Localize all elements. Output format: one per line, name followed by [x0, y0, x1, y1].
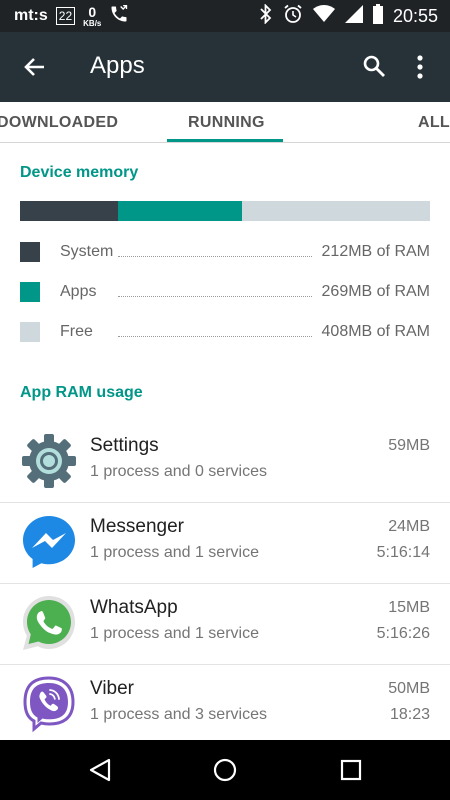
tab-indicator — [167, 139, 283, 142]
tab-running[interactable]: RUNNING — [188, 114, 265, 132]
app-row-messenger[interactable]: Messenger 1 process and 1 service 24MB 5… — [0, 503, 450, 584]
app-memory: 24MB — [388, 518, 430, 535]
app-row-settings[interactable]: Settings 1 process and 0 services 59MB — [0, 422, 450, 503]
tab-all[interactable]: ALL — [418, 114, 450, 132]
app-name: Settings — [90, 435, 159, 456]
legend-swatch-system — [20, 242, 40, 262]
carrier-label: mt:s — [14, 7, 48, 24]
clock: 20:55 — [392, 5, 438, 26]
app-name: WhatsApp — [90, 597, 178, 618]
legend-label-free: Free — [60, 323, 95, 341]
back-arrow-icon[interactable] — [22, 54, 48, 80]
legend-row-system: System 212MB of RAM — [20, 242, 430, 262]
app-run-time: 5:16:14 — [376, 544, 430, 561]
nav-recents-icon[interactable] — [338, 757, 364, 783]
app-process-info: 1 process and 1 service — [90, 544, 259, 561]
messenger-icon — [20, 513, 78, 571]
memory-usage-bar — [20, 201, 430, 221]
nav-home-icon[interactable] — [212, 757, 238, 783]
viber-icon — [20, 675, 78, 733]
app-run-time: 18:23 — [389, 706, 430, 723]
nav-back-icon[interactable] — [87, 757, 113, 783]
legend-label-apps: Apps — [60, 283, 99, 301]
legend-swatch-free — [20, 322, 40, 342]
settings-gear-icon — [20, 432, 78, 490]
app-name: Viber — [90, 678, 135, 699]
memory-bar-system — [20, 201, 118, 221]
search-icon[interactable] — [362, 54, 386, 78]
cell-signal-icon — [344, 4, 363, 28]
legend-value-free: 408MB of RAM — [321, 323, 430, 341]
app-run-time: 5:16:26 — [376, 625, 430, 642]
more-vert-icon[interactable] — [410, 54, 430, 80]
legend-leader-dots — [118, 296, 312, 297]
network-speed-value: 0 — [88, 3, 97, 20]
alarm-icon — [283, 4, 303, 29]
app-ram-usage-heading: App RAM usage — [20, 384, 143, 401]
missed-call-icon — [109, 4, 129, 29]
notification-count-badge: 22 — [55, 7, 76, 25]
legend-value-system: 212MB of RAM — [321, 243, 430, 261]
bluetooth-icon — [259, 2, 273, 29]
legend-swatch-apps — [20, 282, 40, 302]
tab-downloaded[interactable]: DOWNLOADED — [0, 114, 118, 132]
app-bar: Apps — [0, 32, 450, 102]
app-memory: 59MB — [388, 437, 430, 454]
whatsapp-icon — [20, 594, 78, 652]
app-process-info: 1 process and 3 services — [90, 706, 267, 723]
app-row-whatsapp[interactable]: WhatsApp 1 process and 1 service 15MB 5:… — [0, 584, 450, 665]
app-memory: 50MB — [388, 680, 430, 697]
legend-label-system: System — [60, 243, 116, 261]
legend-leader-dots — [118, 336, 312, 337]
memory-bar-apps — [118, 201, 242, 221]
legend-row-free: Free 408MB of RAM — [20, 322, 430, 342]
app-process-info: 1 process and 1 service — [90, 625, 259, 642]
app-process-info: 1 process and 0 services — [90, 463, 267, 480]
network-speed-unit: KB/s — [83, 18, 102, 28]
legend-value-apps: 269MB of RAM — [321, 283, 430, 301]
app-name: Messenger — [90, 516, 184, 537]
device-memory-heading: Device memory — [20, 164, 139, 181]
memory-bar-free — [242, 201, 430, 221]
network-speed: 0 KB/s — [83, 5, 101, 28]
battery-icon — [372, 3, 383, 29]
tab-bar: DOWNLOADED RUNNING ALL — [0, 102, 450, 143]
app-memory: 15MB — [388, 599, 430, 616]
legend-row-apps: Apps 269MB of RAM — [20, 282, 430, 302]
page-title: Apps — [90, 52, 145, 79]
navigation-bar — [0, 740, 450, 800]
legend-leader-dots — [118, 256, 312, 257]
app-row-viber[interactable]: Viber 1 process and 3 services 50MB 18:2… — [0, 665, 450, 746]
wifi-icon — [312, 4, 335, 28]
status-bar: mt:s 22 0 KB/s 20:55 — [0, 0, 450, 32]
